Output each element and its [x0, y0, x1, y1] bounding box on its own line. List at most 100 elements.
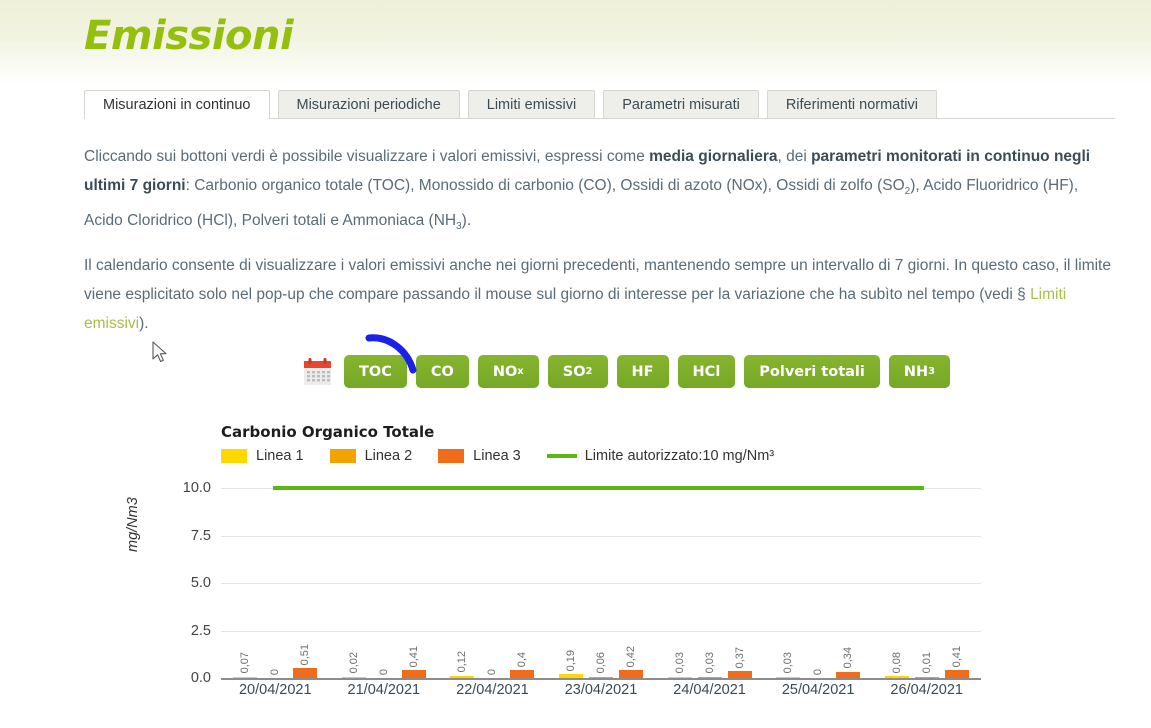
bar[interactable]	[727, 670, 752, 678]
bar-value-label: 0,42	[624, 645, 637, 668]
param-button-nh3[interactable]: NH 3	[888, 355, 951, 388]
param-button-label: NO	[492, 363, 518, 380]
bar[interactable]	[776, 676, 801, 678]
bar[interactable]	[697, 676, 722, 678]
x-axis-tick: 25/04/2021	[781, 682, 855, 698]
gridline	[221, 678, 981, 680]
x-axis-tick: 24/04/2021	[673, 682, 746, 698]
param-button-label: Polveri totali	[759, 363, 865, 380]
legend-swatch-icon	[438, 449, 465, 463]
bar[interactable]	[884, 676, 909, 678]
tab-misurazioni-periodiche[interactable]: Misurazioni periodiche	[277, 90, 460, 118]
param-button-subscript: x	[517, 366, 524, 377]
param-button-label: HCl	[692, 363, 721, 380]
y-axis-tick: 10.0	[182, 480, 211, 496]
param-button-subscript: 3	[928, 366, 936, 377]
bar[interactable]	[450, 675, 475, 678]
bar[interactable]	[510, 670, 535, 678]
p1-bold-media: media giornaliera	[649, 148, 778, 165]
param-button-toc[interactable]: TOC	[344, 355, 407, 388]
chart-title: Carbonio Organico Totale	[221, 423, 435, 441]
bar[interactable]	[558, 674, 583, 678]
bar-value-label: 0,03	[703, 652, 716, 674]
legend-line-icon	[546, 454, 577, 458]
legend-swatch-icon	[221, 449, 247, 463]
bar-group[interactable]: 0,07 0 0,51	[221, 488, 330, 678]
param-button-polveri-totali[interactable]: Polveri totali	[744, 355, 880, 388]
bar-value-label: 0,03	[673, 652, 686, 674]
param-button-nox[interactable]: NO x	[477, 355, 539, 388]
bar[interactable]	[836, 671, 861, 678]
chart-legend: Linea 1 Linea 2 Linea 3 Limite autorizzato:…	[221, 448, 800, 464]
x-axis-tick: 23/04/2021	[564, 682, 638, 698]
legend-item-linea-3[interactable]: Linea 3	[438, 448, 521, 464]
bar-value-label: 0,06	[594, 652, 607, 674]
bar[interactable]	[401, 670, 426, 678]
param-button-hcl[interactable]: HCl	[677, 355, 736, 388]
p2-text-a: Il calendario consente di visualizzare i…	[84, 257, 1111, 303]
bar-group[interactable]: 0,19 0,06 0,42	[547, 488, 656, 678]
bar-value-label: 0	[269, 668, 282, 675]
bar-value-label: 0,4	[516, 652, 529, 668]
legend-label: Linea 1	[256, 448, 304, 464]
bar-group[interactable]: 0,08 0,01 0,41	[872, 488, 981, 678]
bar-value-label: 0	[377, 668, 390, 675]
tab-riferimenti-normativi[interactable]: Riferimenti normativi	[766, 90, 937, 118]
param-button-label: NH	[903, 363, 929, 380]
legend-item-linea-1[interactable]: Linea 1	[221, 448, 304, 464]
bar-group[interactable]: 0,12 0 0,4	[438, 488, 547, 678]
bar[interactable]	[618, 670, 643, 678]
x-axis-tick: 20/04/2021	[238, 682, 312, 698]
tab-bar: Misurazioni in continuo Misurazioni perio…	[84, 90, 1115, 119]
x-axis-tick: 26/04/2021	[890, 682, 963, 698]
bar-value-label: 0,41	[407, 645, 420, 668]
calendar-icon[interactable]	[303, 357, 332, 386]
y-axis-label: mg/Nm3	[125, 497, 141, 552]
param-button-co[interactable]: CO	[415, 355, 469, 388]
emissions-chart: Carbonio Organico Totale Linea 1 Linea 2L…	[0, 418, 1151, 718]
bar-value-label: 0	[486, 668, 499, 675]
bar-value-label: 0,37	[733, 646, 746, 668]
bar[interactable]	[914, 676, 939, 678]
bar-value-label: 0,03	[782, 652, 795, 674]
legend-swatch-icon	[329, 449, 356, 463]
bar[interactable]	[293, 668, 318, 678]
y-axis-tick: 0.0	[190, 670, 211, 686]
plot-area: 0.0 2.5 5.0 7.5 10.0 0,07 0 0,51 20/04/2021 0,02 0…	[183, 480, 981, 698]
y-axis-tick: 2.5	[190, 622, 211, 639]
param-button-subscript: 2	[585, 366, 593, 377]
param-button-so2[interactable]: SO 2	[547, 355, 608, 388]
legend-label-limite: Limite autorizzato:10 mg/Nm³	[584, 448, 775, 464]
tab-limiti-emissivi[interactable]: Limiti emissivi	[467, 90, 596, 118]
bar[interactable]	[233, 676, 258, 678]
y-axis-tick: 7.5	[190, 527, 211, 544]
param-button-label: SO	[562, 363, 586, 380]
bar[interactable]	[944, 670, 969, 678]
tab-parametri-misurati[interactable]: Parametri misurati	[603, 90, 759, 118]
bar-value-label: 0	[812, 668, 825, 675]
bar-group[interactable]: 0,03 0,03 0,37	[655, 488, 764, 678]
bar-group[interactable]: 0,02 0 0,41	[330, 488, 439, 678]
legend-item-limite[interactable]: Limite autorizzato:10 mg/Nm³	[546, 448, 775, 464]
bar[interactable]	[667, 676, 692, 678]
parameter-button-row: TOC CO NO x SO 2 HF HCl Polveri totali NH 3	[303, 355, 951, 388]
x-axis-tick: 21/04/2021	[347, 682, 421, 698]
bar-group[interactable]: 0,03 0 0,34	[764, 488, 873, 678]
param-button-label: TOC	[359, 363, 392, 380]
bar-value-label: 0,01	[920, 652, 933, 674]
bar-value-label: 0,34	[842, 647, 855, 669]
bar[interactable]	[588, 676, 613, 678]
legend-label: Linea 3	[473, 448, 521, 464]
tab-misurazioni-in-continuo[interactable]: Misurazioni in continuo	[84, 90, 270, 119]
legend-item-linea-2[interactable]: Linea 2	[329, 448, 413, 464]
bar-value-label: 0,02	[347, 652, 360, 674]
bar-value-label: 0,41	[950, 645, 963, 668]
p1-text-a: Cliccando sui bottoni verdi è possibile …	[84, 148, 650, 165]
bar-value-label: 0,12	[456, 651, 469, 673]
param-button-hf[interactable]: HF	[616, 355, 669, 388]
p1-text-i: ).	[461, 212, 472, 230]
intro-paragraph-2: Il calendario consente di visualizzare i…	[84, 251, 1117, 338]
legend-label: Linea 2	[364, 448, 413, 464]
param-button-label: HF	[631, 363, 654, 380]
bar[interactable]	[341, 676, 366, 678]
